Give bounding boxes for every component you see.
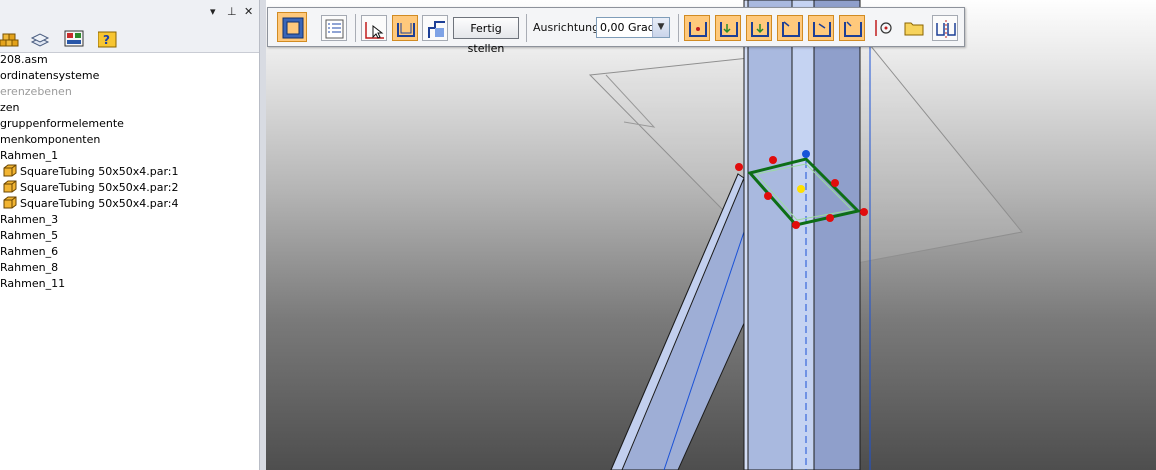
- butt-end-button[interactable]: [746, 15, 772, 41]
- part-label: SquareTubing 50x50x4.par:1: [20, 165, 179, 178]
- part-icon: [3, 196, 17, 209]
- pin-icon[interactable]: ⊥: [227, 6, 237, 18]
- close-icon[interactable]: ✕: [244, 6, 253, 18]
- tree-item-rahmen-1[interactable]: Rahmen_1: [0, 148, 58, 164]
- tree-item-coordinate-systems[interactable]: ordinatensysteme: [0, 68, 99, 84]
- profile-frame-button[interactable]: [277, 12, 307, 42]
- model-scene: [588, 0, 1023, 470]
- cut-button[interactable]: [839, 15, 865, 41]
- tree-item-sketches[interactable]: zen: [0, 100, 20, 116]
- tree-item-frame-components[interactable]: menkomponenten: [0, 132, 100, 148]
- tree-item-part[interactable]: SquareTubing 50x50x4.par:4: [3, 196, 179, 212]
- channel-profile-button[interactable]: [392, 15, 418, 41]
- handle-point[interactable]: [831, 179, 839, 187]
- part-icon: [3, 180, 17, 193]
- extend-button[interactable]: [808, 15, 834, 41]
- point-on-button[interactable]: [870, 15, 896, 41]
- finish-button[interactable]: Fertig stellen: [453, 17, 519, 55]
- tree-item-frame[interactable]: Rahmen_8: [0, 260, 58, 276]
- mirror-profile-button[interactable]: [932, 15, 958, 41]
- orientation-label: Ausrichtung:: [533, 21, 603, 34]
- tree-item-frame[interactable]: Rahmen_3: [0, 212, 58, 228]
- tree-item-frame[interactable]: Rahmen_6: [0, 244, 58, 260]
- tree-item-part[interactable]: SquareTubing 50x50x4.par:1: [3, 164, 179, 180]
- open-profile-button[interactable]: [901, 15, 927, 41]
- separator: [678, 14, 679, 42]
- panel-header: ▾ ⊥ ✕: [0, 0, 259, 26]
- trim-button[interactable]: [777, 15, 803, 41]
- layers-icon[interactable]: [30, 30, 50, 48]
- add-profile-button[interactable]: [684, 15, 710, 41]
- command-bar: Fertig stellen Ausrichtung: 0,00 Grad ▼: [267, 7, 965, 55]
- tree-item-reference-planes[interactable]: erenzebenen: [0, 84, 72, 100]
- part-label: SquareTubing 50x50x4.par:4: [20, 197, 179, 210]
- pathfinder-panel: ▾ ⊥ ✕ ? 208.asm ordinatensysteme erenzeb…: [0, 0, 259, 470]
- select-button[interactable]: [361, 15, 387, 41]
- tree-root[interactable]: 208.asm: [0, 52, 48, 68]
- svg-text:?: ?: [103, 33, 110, 47]
- separator: [526, 14, 527, 42]
- help-query-icon[interactable]: ?: [97, 30, 118, 48]
- graphics-viewport[interactable]: [266, 0, 1156, 470]
- miter-button[interactable]: [715, 15, 741, 41]
- panel-menu-icon[interactable]: ▾: [210, 6, 216, 18]
- corner-step-button[interactable]: [422, 15, 448, 41]
- tree-item-frame[interactable]: Rahmen_11: [0, 276, 65, 292]
- orientation-select[interactable]: 0,00 Grad ▼: [596, 17, 670, 38]
- tree-item-part[interactable]: SquareTubing 50x50x4.par:2: [3, 180, 179, 196]
- handle-point[interactable]: [792, 221, 800, 229]
- handle-point[interactable]: [860, 208, 868, 216]
- display-config-icon[interactable]: [64, 30, 84, 48]
- handle-point[interactable]: [764, 192, 772, 200]
- handle-point[interactable]: [735, 163, 743, 171]
- properties-button[interactable]: [321, 15, 347, 41]
- center-point[interactable]: [797, 185, 805, 193]
- separator: [355, 14, 356, 42]
- anchor-point[interactable]: [802, 150, 810, 158]
- chevron-down-icon[interactable]: ▼: [652, 18, 669, 37]
- orientation-value: 0,00 Grad: [600, 21, 655, 34]
- tree-item-frame[interactable]: Rahmen_5: [0, 228, 58, 244]
- part-label: SquareTubing 50x50x4.par:2: [20, 181, 179, 194]
- tree-item-group-features[interactable]: gruppenformelemente: [0, 116, 124, 132]
- assembly-stack-icon[interactable]: [0, 30, 20, 48]
- handle-point[interactable]: [826, 214, 834, 222]
- panel-toolbar: ?: [0, 26, 259, 53]
- part-icon: [3, 164, 17, 177]
- handle-point[interactable]: [769, 156, 777, 164]
